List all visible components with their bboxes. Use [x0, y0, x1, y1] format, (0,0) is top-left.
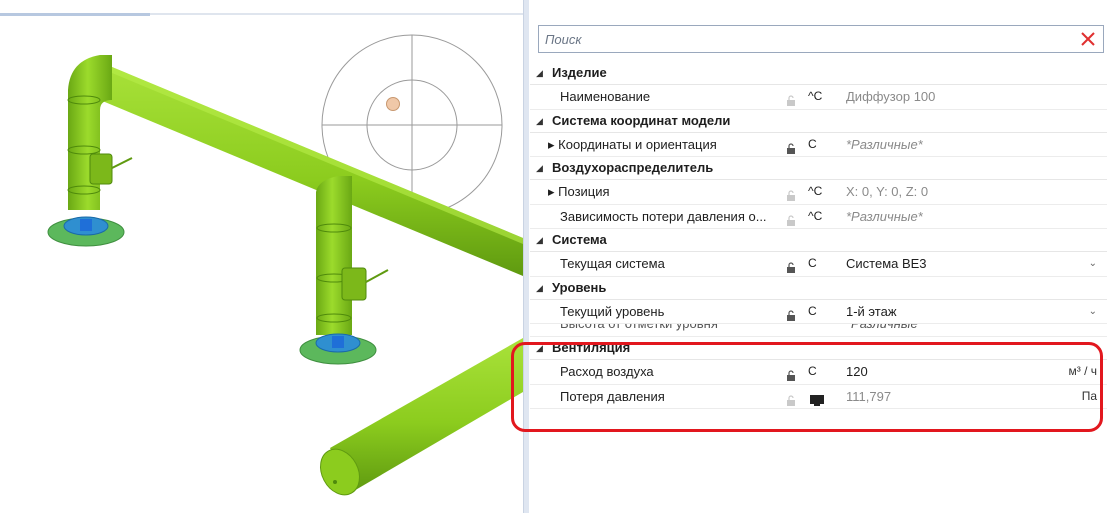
property-row-pressure-dependency[interactable]: Зависимость потери давления о... ^C *Раз… — [530, 205, 1107, 229]
lock-icon[interactable] — [786, 258, 796, 273]
property-value[interactable]: *Различные* — [846, 205, 1036, 229]
close-icon[interactable] — [1077, 28, 1099, 50]
unlocked-icon[interactable] — [786, 211, 796, 226]
category-air-terminal[interactable]: ◢ Воздухораспределитель — [530, 157, 1107, 180]
property-row-current-system[interactable]: Текущая система C Система ВЕ3 ⌄ — [530, 252, 1107, 277]
chevron-down-icon[interactable]: ⌄ — [1089, 300, 1097, 324]
collapse-triangle-icon[interactable]: ◢ — [536, 229, 543, 251]
property-label: ▸ Позиция — [548, 184, 610, 199]
system-select[interactable]: Система ВЕ3 — [846, 252, 1036, 276]
property-value[interactable]: *Различные* — [846, 324, 1036, 336]
property-label: Наименование — [560, 89, 651, 104]
chevron-down-icon[interactable]: ⌄ — [1089, 252, 1097, 276]
highlight-annotation — [511, 342, 1103, 432]
category-product[interactable]: ◢ Изделие — [530, 62, 1107, 85]
panel-splitter[interactable] — [523, 0, 529, 513]
property-label: Зависимость потери давления о... — [560, 208, 767, 224]
property-flag: ^C — [808, 89, 823, 103]
level-select[interactable]: 1-й этаж — [846, 300, 1036, 324]
category-model-coordinates[interactable]: ◢ Система координат модели — [530, 109, 1107, 133]
property-label: Текущий уровень — [560, 303, 665, 319]
property-row-coordinates[interactable]: ▸ Координаты и ориентация C *Различные* — [530, 133, 1107, 157]
property-value[interactable]: *Различные* — [846, 133, 1036, 157]
collapse-triangle-icon[interactable]: ◢ — [536, 62, 543, 84]
property-flag: C — [808, 303, 817, 318]
property-row-name[interactable]: Наименование ^C Диффузор 100 — [530, 85, 1107, 110]
property-value[interactable]: X: 0, Y: 0, Z: 0 — [846, 180, 1036, 204]
property-row-current-level[interactable]: Текущий уровень C 1-й этаж ⌄ — [530, 300, 1107, 324]
property-flag: C — [808, 136, 817, 151]
unlocked-icon[interactable] — [786, 91, 796, 106]
property-flag: ^C — [808, 184, 823, 198]
unlocked-icon[interactable] — [786, 186, 796, 201]
property-label: ▸ Координаты и ориентация — [548, 136, 717, 152]
lock-icon[interactable] — [786, 306, 796, 321]
collapse-triangle-icon[interactable]: ◢ — [536, 157, 543, 179]
model-scene — [47, 34, 523, 496]
main-duct[interactable] — [100, 62, 523, 276]
property-flag: ^C — [808, 208, 823, 223]
property-flag: C — [808, 256, 817, 270]
collapse-triangle-icon[interactable]: ◢ — [536, 277, 543, 299]
category-system[interactable]: ◢ Система — [530, 229, 1107, 252]
property-label: Высота от отметки уровня — [560, 324, 778, 336]
3d-viewport[interactable] — [0, 0, 523, 513]
search-input[interactable] — [539, 26, 1065, 52]
property-row-level-height[interactable]: Высота от отметки уровня *Различные* — [530, 324, 1107, 337]
lock-icon[interactable] — [786, 139, 796, 154]
property-row-position[interactable]: ▸ Позиция ^C X: 0, Y: 0, Z: 0 — [530, 180, 1107, 205]
search-box — [538, 25, 1104, 53]
property-label: Текущая система — [560, 256, 665, 271]
category-level[interactable]: ◢ Уровень — [530, 276, 1107, 300]
collapse-triangle-icon[interactable]: ◢ — [536, 110, 543, 132]
property-value[interactable]: Диффузор 100 — [846, 85, 1036, 109]
properties-panel: ◢ Изделие Наименование ^C Диффузор 100 ◢… — [530, 16, 1107, 513]
